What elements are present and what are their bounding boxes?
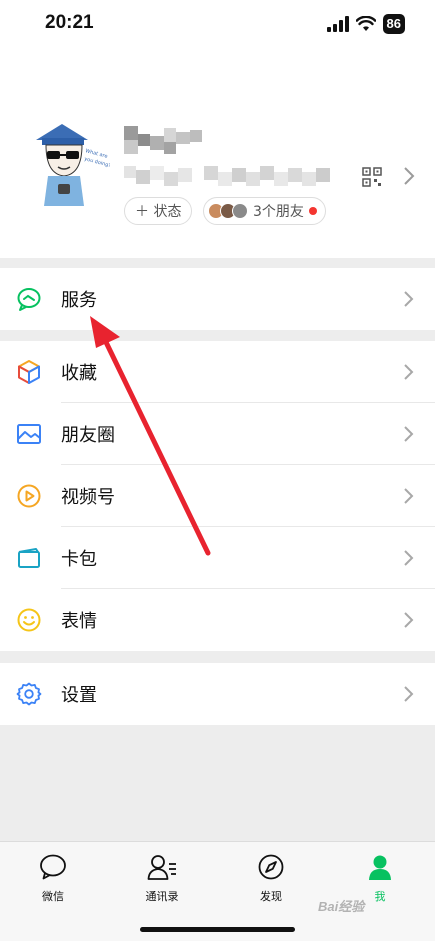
status-time: 20:21 <box>45 12 94 33</box>
chevron-right-icon <box>404 426 414 442</box>
chevron-right-icon <box>404 291 414 307</box>
menu-item-settings[interactable]: 设置 <box>0 663 435 725</box>
tab-discover[interactable]: 发现 <box>231 854 311 904</box>
chevron-right-icon <box>404 488 414 504</box>
watermark: Bai经验 <box>318 899 365 914</box>
battery-indicator: 86 <box>382 14 405 34</box>
tab-label-contacts: 通讯录 <box>145 890 179 903</box>
home-indicator <box>140 927 295 932</box>
tab-contacts[interactable]: 通讯录 <box>122 854 202 904</box>
chevron-right-icon <box>404 612 414 628</box>
friends-status-chip[interactable]: 3个朋友 <box>203 197 326 225</box>
menu-label-services: 服务 <box>61 290 97 311</box>
channels-play-icon <box>17 484 41 508</box>
favorites-cube-icon <box>18 360 40 384</box>
bottom-tab-bar: 微信 通讯录 发现 我 <box>0 841 435 941</box>
tab-label-discover: 发现 <box>260 890 282 903</box>
menu-label-moments: 朋友圈 <box>61 425 115 446</box>
qr-code-icon[interactable] <box>362 167 382 187</box>
card-wallet-icon <box>18 548 40 568</box>
chat-bubble-icon <box>40 854 66 880</box>
profile-header[interactable]: What are you doing? ＋ 状态 3个朋友 <box>0 52 435 258</box>
main-menu-group: 收藏 朋友圈 视频号 卡包 表情 <box>0 341 435 651</box>
menu-label-stickers: 表情 <box>61 611 97 632</box>
smiley-icon <box>17 608 41 632</box>
status-bar: 20:21 86 <box>0 0 435 52</box>
unread-dot <box>308 207 317 215</box>
menu-item-moments[interactable]: 朋友圈 <box>0 403 435 465</box>
moments-picture-icon <box>17 424 41 444</box>
add-status-button[interactable]: ＋ 状态 <box>124 197 193 225</box>
services-group: 服务 <box>0 268 435 330</box>
menu-label-cards: 卡包 <box>61 549 97 570</box>
friend-avatars <box>208 203 248 219</box>
chevron-right-icon <box>404 364 414 380</box>
compass-icon <box>258 854 284 880</box>
username-mosaic <box>124 126 202 154</box>
menu-item-favorites[interactable]: 收藏 <box>0 341 435 403</box>
signal-icon <box>326 16 349 32</box>
contacts-icon <box>147 855 176 880</box>
menu-label-settings: 设置 <box>61 685 97 706</box>
menu-label-channels: 视频号 <box>61 487 115 508</box>
settings-group: 设置 <box>0 663 435 725</box>
tab-label-chats: 微信 <box>42 890 64 903</box>
tab-chats[interactable]: 微信 <box>13 854 93 904</box>
chevron-right-icon[interactable] <box>403 166 415 186</box>
chevron-right-icon <box>404 686 414 702</box>
wechat-id-mosaic <box>124 166 330 186</box>
wifi-icon <box>355 16 376 31</box>
person-icon <box>369 855 391 880</box>
menu-item-stickers[interactable]: 表情 <box>0 589 435 651</box>
menu-item-cards[interactable]: 卡包 <box>0 527 435 589</box>
menu-item-services[interactable]: 服务 <box>0 268 435 330</box>
status-icons: 86 <box>326 14 405 34</box>
menu-label-favorites: 收藏 <box>61 363 97 384</box>
add-status-label: ＋ 状态 <box>135 204 182 220</box>
friends-count-label: 3个朋友 <box>253 204 304 220</box>
services-icon <box>17 288 41 311</box>
friend-avatar <box>232 203 248 219</box>
avatar[interactable]: What are you doing? <box>22 118 110 206</box>
gear-icon <box>16 682 42 706</box>
chevron-right-icon <box>404 550 414 566</box>
menu-item-channels[interactable]: 视频号 <box>0 465 435 527</box>
